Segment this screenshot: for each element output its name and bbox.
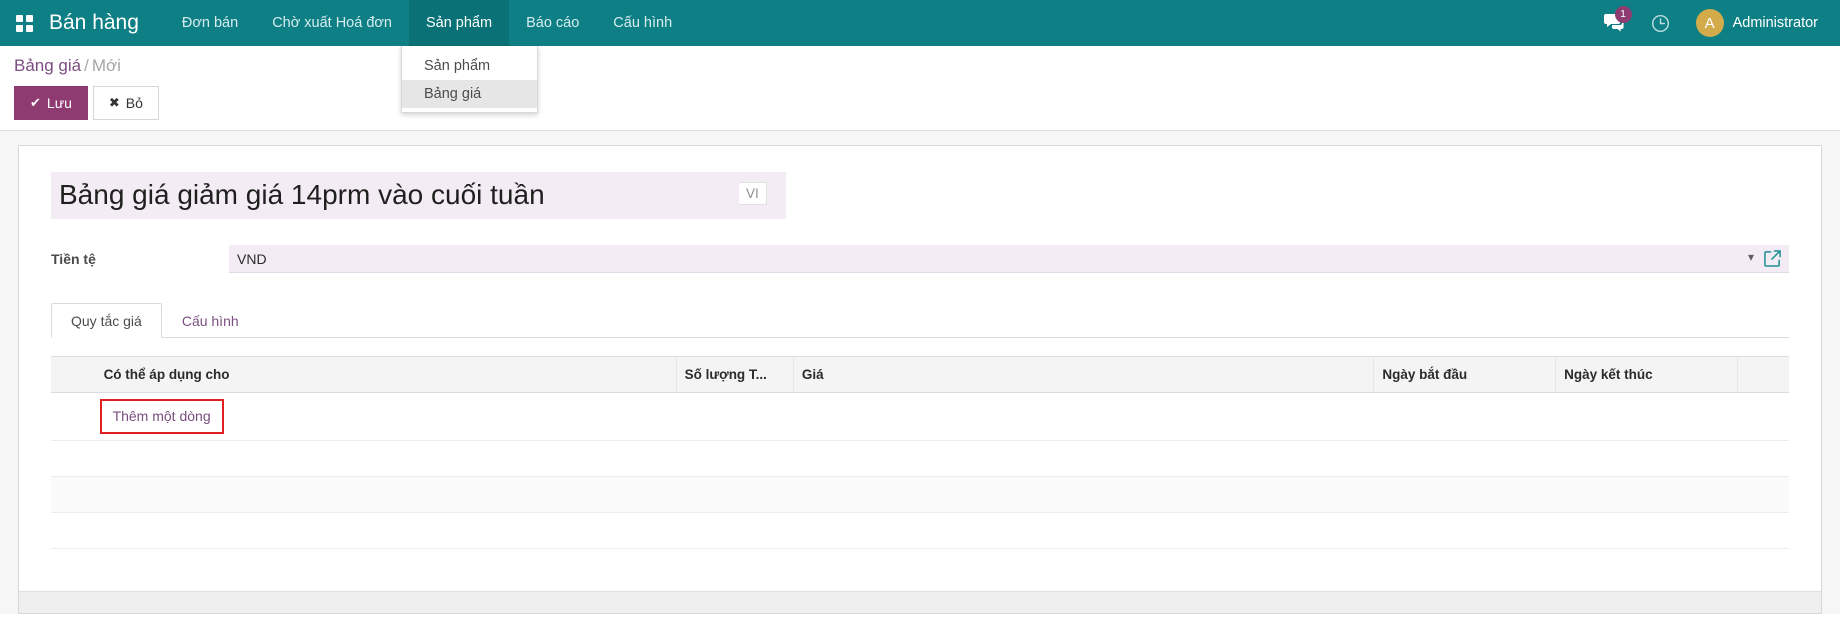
table-body: Thêm một dòng [51,393,1789,549]
avatar: A [1696,9,1724,37]
nav-item-label: Báo cáo [526,15,579,31]
add-line-handle-cell [51,393,96,441]
action-button-row: ✔ Lưu ✖ Bỏ [14,86,1840,120]
save-button-label: Lưu [47,94,72,112]
currency-field-control[interactable]: VND ▾ [229,245,1789,273]
breadcrumb-separator: / [81,56,92,75]
table-header-row: Có thể áp dụng cho Số lượng T... Giá Ngà… [51,357,1789,393]
check-icon: ✔ [30,95,41,112]
nav-item-don-ban[interactable]: Đơn bán [165,0,255,46]
add-line-cell: Thêm một dòng [96,393,1789,441]
nav-item-label: Cấu hình [613,15,672,31]
nav-item-label: Chờ xuất Hoá đơn [272,15,392,31]
currency-value: VND [237,251,1748,267]
column-header-date-start[interactable]: Ngày bắt đầu [1374,357,1556,393]
user-name-label: Administrator [1733,15,1818,31]
column-header-min-quantity[interactable]: Số lượng T... [676,357,793,393]
empty-cell [51,513,1789,549]
apps-grid-icon [16,15,33,32]
navbar-right-zone: 1 A Administrator [1594,0,1840,46]
column-header-date-end[interactable]: Ngày kết thúc [1556,357,1738,393]
language-badge[interactable]: VI [739,182,767,205]
times-icon: ✖ [109,95,120,112]
title-row: VI [51,172,1789,219]
dropdown-item-label: Bảng giá [424,86,481,102]
discard-button[interactable]: ✖ Bỏ [93,86,159,120]
breadcrumb: Bảng giá/Mới [14,56,1840,86]
nav-item-san-pham[interactable]: Sản phẩm [409,0,509,46]
apps-menu-toggle[interactable] [0,0,43,46]
pricelist-name-input[interactable] [51,172,786,219]
app-brand[interactable]: Bán hàng [43,0,165,46]
tab-strip: Quy tắc giá Cấu hình [51,303,1789,338]
table-row [51,513,1789,549]
control-panel: Bảng giá/Mới ✔ Lưu ✖ Bỏ [0,46,1840,131]
dropdown-item-bang-gia[interactable]: Bảng giá [402,80,537,108]
price-rules-table: Có thể áp dụng cho Số lượng T... Giá Ngà… [51,356,1789,549]
dropdown-item-san-pham[interactable]: Sản phẩm [402,52,537,80]
nav-item-label: Sản phẩm [426,15,492,31]
caret-down-icon[interactable]: ▾ [1748,251,1764,267]
messages-button[interactable]: 1 [1594,0,1636,46]
currency-label: Tiền tệ [51,251,229,267]
column-header-applied-on[interactable]: Có thể áp dụng cho [96,357,677,393]
table-row [51,477,1789,513]
top-navbar: Bán hàng Đơn bán Chờ xuất Hoá đơn Sản ph… [0,0,1840,46]
nav-item-bao-cao[interactable]: Báo cáo [509,0,596,46]
dropdown-item-label: Sản phẩm [424,58,490,74]
table-row [51,441,1789,477]
add-line-row: Thêm một dòng [51,393,1789,441]
discard-button-label: Bỏ [126,94,143,112]
add-line-annotation: Thêm một dòng [100,399,224,434]
sheet-bottom-bar [19,591,1821,613]
clock-icon [1651,14,1670,33]
form-sheet: VI Tiền tệ VND ▾ Quy tắc giá [18,145,1822,614]
empty-cell [51,477,1789,513]
activity-button[interactable] [1640,0,1682,46]
column-header-handle [51,357,96,393]
tab-label: Cấu hình [182,313,239,329]
column-header-price[interactable]: Giá [793,357,1374,393]
save-button[interactable]: ✔ Lưu [14,86,88,120]
tab-label: Quy tắc giá [71,313,142,329]
breadcrumb-root[interactable]: Bảng giá [14,56,81,75]
column-header-trash [1737,357,1789,393]
external-link-icon[interactable] [1764,250,1785,267]
price-rules-list: Có thể áp dụng cho Số lượng T... Giá Ngà… [51,356,1789,549]
messages-badge: 1 [1615,6,1632,23]
notebook: Quy tắc giá Cấu hình [51,303,1789,549]
add-a-line-link[interactable]: Thêm một dòng [112,406,212,426]
user-menu[interactable]: A Administrator [1686,9,1818,37]
tab-quy-tac-gia[interactable]: Quy tắc giá [51,303,162,338]
san-pham-dropdown-menu: Sản phẩm Bảng giá [401,46,538,113]
nav-item-label: Đơn bán [182,15,238,31]
table-header: Có thể áp dụng cho Số lượng T... Giá Ngà… [51,357,1789,393]
currency-field-row: Tiền tệ VND ▾ [51,245,1789,273]
breadcrumb-current: Mới [92,56,121,75]
empty-cell [51,441,1789,477]
nav-item-cau-hinh[interactable]: Cấu hình [596,0,689,46]
tab-cau-hinh[interactable]: Cấu hình [162,303,259,338]
page-body: VI Tiền tệ VND ▾ Quy tắc giá [0,131,1840,614]
nav-item-cho-xuat-hoa-don[interactable]: Chờ xuất Hoá đơn [255,0,409,46]
